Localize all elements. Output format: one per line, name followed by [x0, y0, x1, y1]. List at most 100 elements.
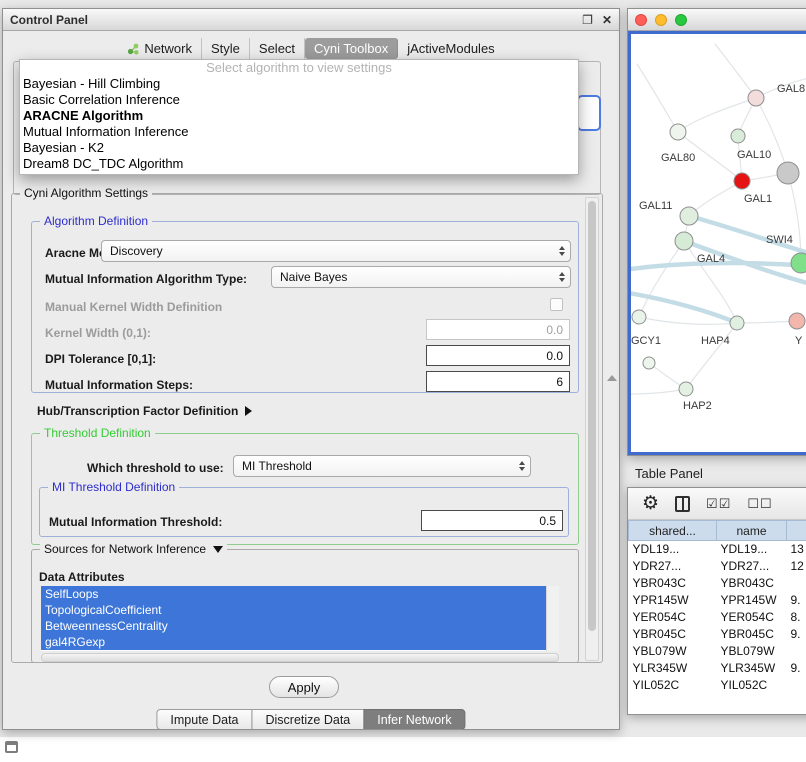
table-row[interactable]: YLR345WYLR345W9.	[629, 660, 806, 677]
tab-discretize-data[interactable]: Discretize Data	[252, 709, 365, 730]
dpi-tolerance-input[interactable]: 0.0	[426, 345, 570, 366]
network-node[interactable]	[670, 124, 686, 140]
table-cell[interactable]: YBR045C	[629, 626, 717, 643]
network-edge[interactable]	[715, 44, 756, 98]
table-cell[interactable]: YIL052C	[629, 677, 717, 694]
tab-style[interactable]: Style	[202, 38, 250, 59]
manual-kernel-checkbox[interactable]	[550, 298, 563, 311]
network-node[interactable]	[632, 310, 646, 324]
attribute-item[interactable]: SelfLoops	[41, 586, 546, 602]
deselect-all-checkboxes-icon[interactable]: ☐☐	[747, 496, 772, 512]
close-traffic-light-icon[interactable]	[635, 14, 647, 26]
network-edge[interactable]	[756, 98, 788, 173]
select-all-checkboxes-icon[interactable]: ☑☑	[706, 496, 731, 512]
column-header[interactable]: name	[717, 521, 787, 541]
aracne-mode-select[interactable]: Discovery	[101, 240, 571, 262]
tab-jactivemodules[interactable]: jActiveModules	[398, 38, 503, 59]
attribute-list-scrollbar[interactable]	[546, 586, 559, 651]
algorithm-option[interactable]: Mutual Information Inference	[20, 124, 578, 140]
table-row[interactable]: YIL052CYIL052C	[629, 677, 806, 694]
control-panel-titlebar[interactable]: Control Panel ❐ ✕	[3, 9, 619, 31]
attribute-item[interactable]: BetweennessCentrality	[41, 618, 546, 634]
which-threshold-select[interactable]: MI Threshold	[233, 455, 531, 477]
table-cell[interactable]: YDL19...	[717, 541, 787, 558]
expand-arrow-icon[interactable]	[245, 406, 252, 416]
hub-definition-row[interactable]: Hub/Transcription Factor Definition	[37, 404, 252, 418]
attribute-item[interactable]: TopologicalCoefficient	[41, 602, 546, 618]
tab-cyni-toolbox[interactable]: Cyni Toolbox	[305, 38, 398, 59]
network-canvas[interactable]: GAL8GAL80GAL10GAL11GAL1SWI4GAL4GCY1HAP4Y…	[628, 31, 806, 455]
network-node[interactable]	[643, 357, 655, 369]
table-row[interactable]: YBR043CYBR043C	[629, 575, 806, 592]
column-header[interactable]	[787, 521, 806, 541]
gear-icon[interactable]: ⚙	[642, 494, 659, 513]
network-svg[interactable]: GAL8GAL80GAL10GAL11GAL1SWI4GAL4GCY1HAP4Y…	[631, 34, 806, 452]
table-cell[interactable]: YBR045C	[717, 626, 787, 643]
table-cell[interactable]: YDR27...	[717, 558, 787, 575]
network-node[interactable]	[777, 162, 799, 184]
table-cell[interactable]: YPR145W	[629, 592, 717, 609]
mi-type-select[interactable]: Naive Bayes	[271, 266, 571, 288]
network-edge[interactable]	[678, 98, 756, 132]
zoom-traffic-light-icon[interactable]	[675, 14, 687, 26]
network-node[interactable]	[748, 90, 764, 106]
table-cell[interactable]	[787, 575, 806, 592]
network-edge[interactable]	[737, 321, 797, 323]
table-row[interactable]: YBR045CYBR045C9.	[629, 626, 806, 643]
algorithm-option[interactable]: Bayesian - Hill Climbing	[20, 76, 578, 92]
network-edge[interactable]	[686, 323, 737, 389]
panel-collapse-handle[interactable]	[607, 375, 617, 381]
attribute-item[interactable]: gal4RGexp	[41, 634, 546, 650]
network-node[interactable]	[680, 207, 698, 225]
mi-steps-input[interactable]: 6	[426, 371, 570, 392]
table-cell[interactable]: YBR043C	[717, 575, 787, 592]
table-cell[interactable]: 8.	[787, 609, 806, 626]
table-cell[interactable]: YDR27...	[629, 558, 717, 575]
tab-select[interactable]: Select	[250, 38, 305, 59]
table-cell[interactable]: YPR145W	[717, 592, 787, 609]
taskbar-window-icon[interactable]	[5, 741, 18, 753]
tab-impute-data[interactable]: Impute Data	[156, 709, 252, 730]
table-cell[interactable]: YLR345W	[629, 660, 717, 677]
algorithm-option[interactable]: Dream8 DC_TDC Algorithm	[20, 156, 578, 172]
table-cell[interactable]: YER054C	[717, 609, 787, 626]
algorithm-option[interactable]: Bayesian - K2	[20, 140, 578, 156]
table-cell[interactable]: 13	[787, 541, 806, 558]
network-node[interactable]	[734, 173, 750, 189]
table-cell[interactable]: YER054C	[629, 609, 717, 626]
attribute-list-hscrollbar[interactable]	[41, 653, 559, 662]
network-edge[interactable]	[637, 64, 678, 132]
apply-button[interactable]: Apply	[269, 676, 339, 698]
close-window-icon[interactable]: ✕	[602, 14, 612, 26]
table-cell[interactable]: YBL079W	[717, 643, 787, 660]
table-row[interactable]: YDL19...YDL19...13	[629, 541, 806, 558]
settings-scrollbar[interactable]	[585, 197, 599, 661]
table-cell[interactable]: YBR043C	[629, 575, 717, 592]
table-cell[interactable]: 12	[787, 558, 806, 575]
table-cell[interactable]	[787, 677, 806, 694]
tab-network[interactable]: Network	[118, 38, 202, 59]
algorithm-option[interactable]: Basic Correlation Inference	[20, 92, 578, 108]
sources-group-title[interactable]: Sources for Network Inference	[40, 542, 227, 556]
table-cell[interactable]: YDL19...	[629, 541, 717, 558]
collapse-arrow-icon[interactable]	[213, 546, 223, 553]
table-row[interactable]: YBL079WYBL079W	[629, 643, 806, 660]
column-header[interactable]: shared...	[629, 521, 717, 541]
network-edge[interactable]	[689, 181, 742, 216]
table-cell[interactable]: YBL079W	[629, 643, 717, 660]
network-window-titlebar[interactable]	[628, 9, 806, 31]
algorithm-option[interactable]: ARACNE Algorithm	[20, 108, 578, 124]
network-node[interactable]	[679, 382, 693, 396]
network-node[interactable]	[789, 313, 805, 329]
network-edge[interactable]	[631, 389, 686, 394]
table-cell[interactable]: 9.	[787, 660, 806, 677]
table-cell[interactable]	[787, 643, 806, 660]
table-row[interactable]: YPR145WYPR145W9.	[629, 592, 806, 609]
network-node[interactable]	[730, 316, 744, 330]
network-node[interactable]	[791, 253, 806, 273]
network-node[interactable]	[731, 129, 745, 143]
table-cell[interactable]: 9.	[787, 592, 806, 609]
algorithm-combobox-fragment[interactable]	[577, 95, 601, 131]
table-cell[interactable]: 9.	[787, 626, 806, 643]
mi-threshold-input[interactable]: 0.5	[421, 510, 563, 531]
